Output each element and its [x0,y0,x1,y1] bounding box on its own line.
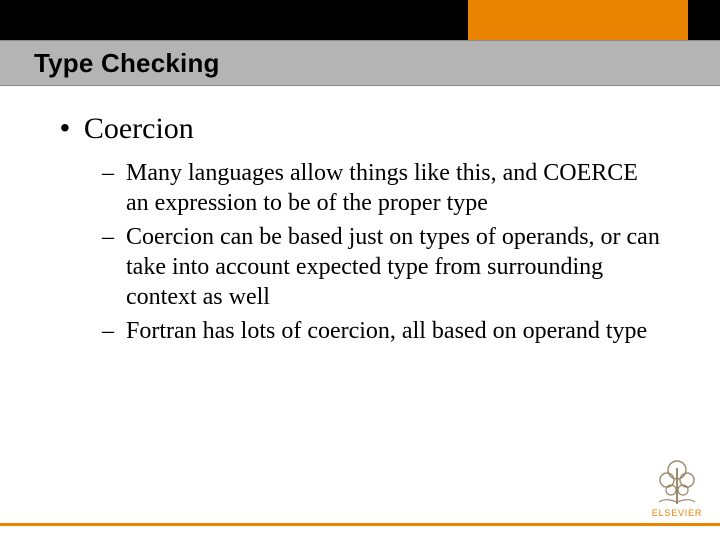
bullet-level2-text: Coercion can be based just on types of o… [126,222,660,312]
top-orange-block [468,0,688,40]
sub-bullets: – Many languages allow things like this,… [102,158,660,346]
footer-accent-line [0,523,720,526]
bullet-level1-text: Coercion [84,112,194,146]
bullet-level1: • Coercion [60,112,660,146]
bullet-level2: – Coercion can be based just on types of… [102,222,660,312]
title-bar: Type Checking [0,40,720,86]
dash-icon: – [102,316,118,346]
slide: Type Checking • Coercion – Many language… [0,0,720,540]
dash-icon: – [102,158,118,188]
dash-icon: – [102,222,118,252]
slide-title: Type Checking [34,48,220,79]
bullet-level2: – Fortran has lots of coercion, all base… [102,316,660,346]
elsevier-tree-icon [653,458,701,506]
bullet-level2-text: Many languages allow things like this, a… [126,158,660,218]
bullet-level2-text: Fortran has lots of coercion, all based … [126,316,647,346]
content-area: • Coercion – Many languages allow things… [60,112,660,350]
bullet-level2: – Many languages allow things like this,… [102,158,660,218]
publisher-logo: ELSEVIER [646,458,708,518]
publisher-name: ELSEVIER [646,508,708,518]
bullet-dot-icon: • [60,112,70,144]
